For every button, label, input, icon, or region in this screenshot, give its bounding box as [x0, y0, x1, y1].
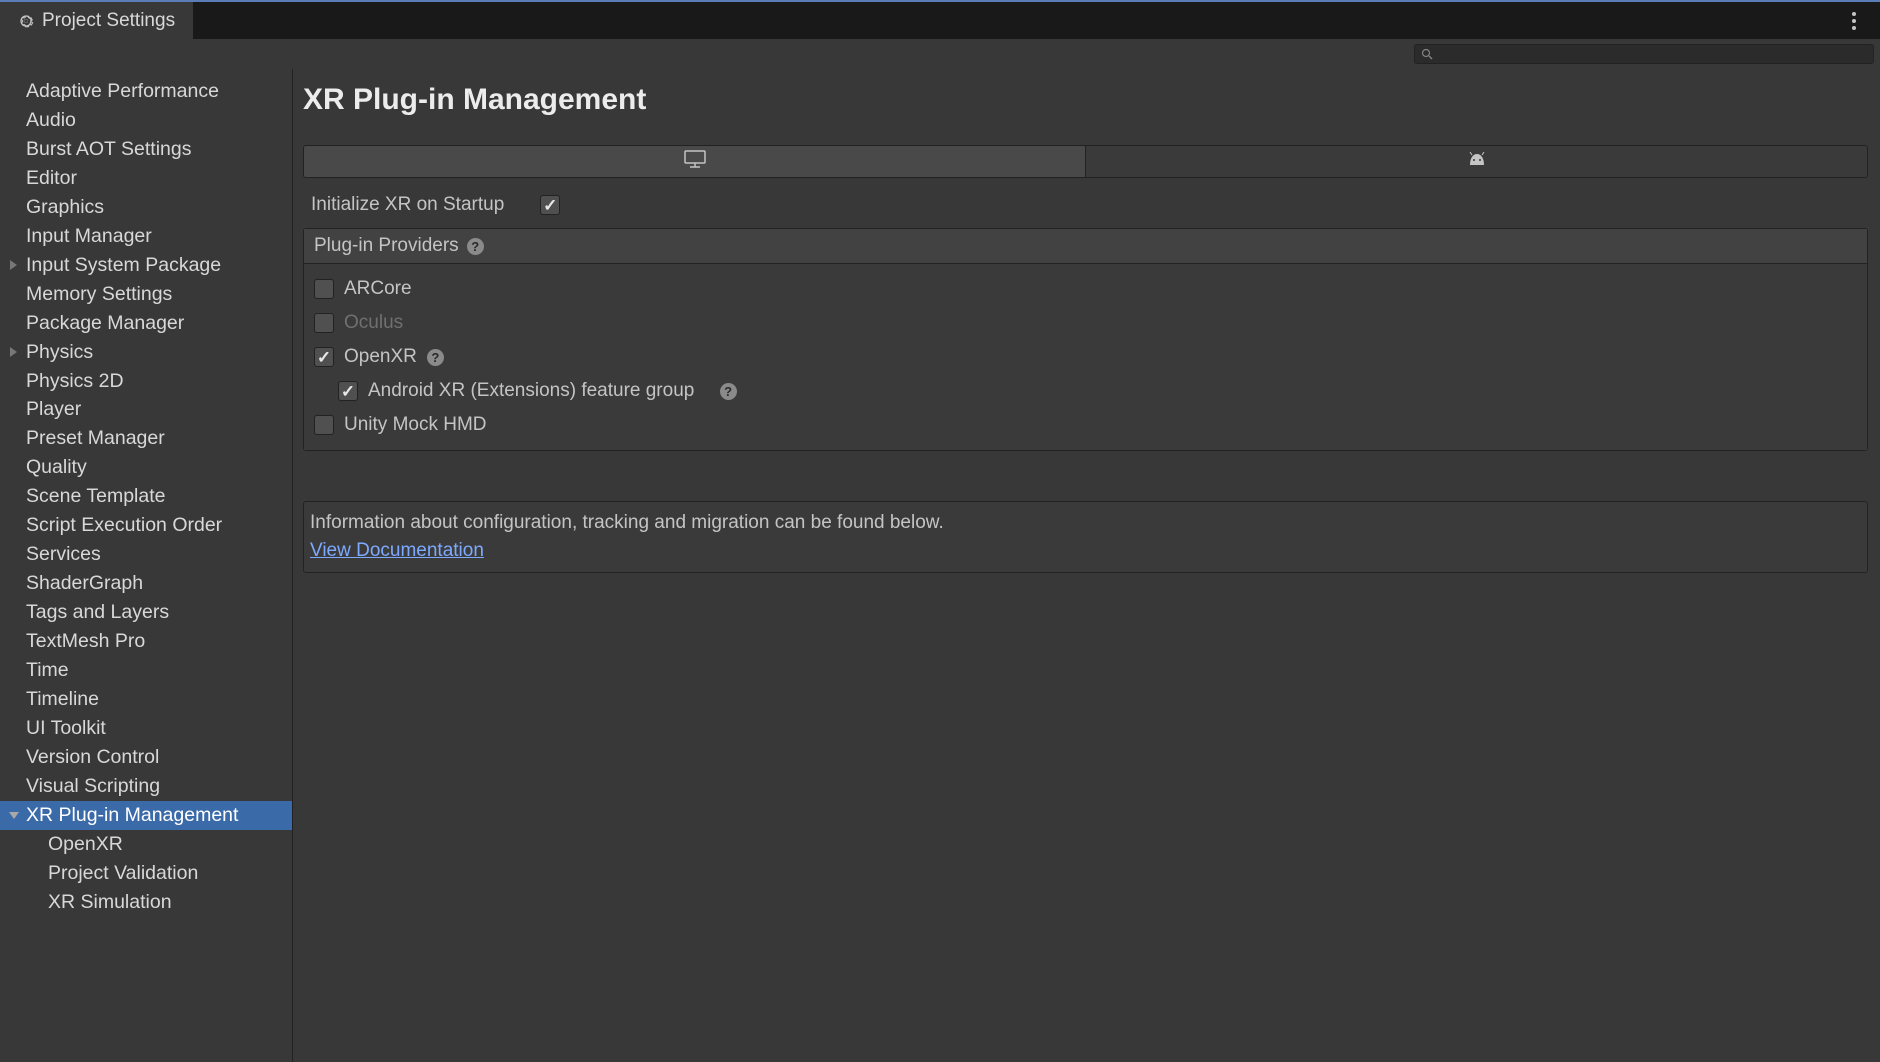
provider-oculus-label: Oculus — [344, 312, 403, 334]
provider-arcore-label: ARCore — [344, 278, 412, 300]
sidebar-item-editor[interactable]: Editor — [0, 164, 292, 193]
sidebar-item-burst-aot-settings[interactable]: Burst AOT Settings — [0, 135, 292, 164]
providers-header-label: Plug-in Providers — [314, 235, 459, 257]
initialize-xr-label: Initialize XR on Startup — [311, 194, 504, 216]
sidebar-item-time[interactable]: Time — [0, 656, 292, 685]
provider-androidxr-checkbox[interactable] — [338, 381, 358, 401]
sidebar-item-adaptive-performance[interactable]: Adaptive Performance — [0, 77, 292, 106]
provider-mockhmd-label: Unity Mock HMD — [344, 414, 487, 436]
sidebar-item-package-manager[interactable]: Package Manager — [0, 309, 292, 338]
sidebar-item-shadergraph[interactable]: ShaderGraph — [0, 569, 292, 598]
sidebar-item-input-system-package[interactable]: Input System Package — [0, 251, 292, 280]
provider-androidxr-extensions: Android XR (Extensions) feature group ? — [314, 374, 1857, 408]
sidebar-subitem-openxr[interactable]: OpenXR — [0, 830, 292, 859]
android-icon — [1467, 152, 1487, 171]
sidebar-item-preset-manager[interactable]: Preset Manager — [0, 424, 292, 453]
search-row — [0, 39, 1880, 69]
window-tab[interactable]: Project Settings — [0, 2, 193, 39]
platform-tab-desktop[interactable] — [304, 146, 1086, 177]
info-text: Information about configuration, trackin… — [310, 512, 1859, 534]
platform-tabs — [303, 145, 1868, 178]
search-icon — [1421, 48, 1433, 60]
sidebar-item-ui-toolkit[interactable]: UI Toolkit — [0, 714, 292, 743]
provider-arcore: ARCore — [314, 272, 1857, 306]
provider-arcore-checkbox[interactable] — [314, 279, 334, 299]
sidebar-item-audio[interactable]: Audio — [0, 106, 292, 135]
sidebar-item-script-execution-order[interactable]: Script Execution Order — [0, 511, 292, 540]
sidebar-item-scene-template[interactable]: Scene Template — [0, 482, 292, 511]
sidebar: Adaptive Performance Audio Burst AOT Set… — [0, 69, 293, 1062]
titlebar: Project Settings — [0, 0, 1880, 39]
sidebar-item-xr-plugin-management[interactable]: XR Plug-in Management — [0, 801, 292, 830]
sidebar-item-physics[interactable]: Physics — [0, 338, 292, 367]
sidebar-item-timeline[interactable]: Timeline — [0, 685, 292, 714]
page-title: XR Plug-in Management — [303, 83, 1868, 117]
provider-oculus: Oculus — [314, 306, 1857, 340]
provider-mockhmd-checkbox[interactable] — [314, 415, 334, 435]
sidebar-subitem-project-validation[interactable]: Project Validation — [0, 859, 292, 888]
view-documentation-link[interactable]: View Documentation — [310, 540, 484, 562]
sidebar-item-quality[interactable]: Quality — [0, 453, 292, 482]
desktop-icon — [684, 150, 706, 173]
main-panel: XR Plug-in Management Initialize XR on S… — [293, 69, 1880, 1062]
platform-tab-android[interactable] — [1086, 146, 1867, 177]
sidebar-item-memory-settings[interactable]: Memory Settings — [0, 280, 292, 309]
sidebar-item-services[interactable]: Services — [0, 540, 292, 569]
sidebar-item-physics-2d[interactable]: Physics 2D — [0, 367, 292, 396]
provider-unity-mock-hmd: Unity Mock HMD — [314, 408, 1857, 442]
sidebar-item-tags-and-layers[interactable]: Tags and Layers — [0, 598, 292, 627]
provider-androidxr-label: Android XR (Extensions) feature group — [368, 380, 694, 402]
provider-oculus-checkbox — [314, 313, 334, 333]
sidebar-item-version-control[interactable]: Version Control — [0, 743, 292, 772]
help-icon[interactable]: ? — [427, 349, 444, 366]
sidebar-item-input-manager[interactable]: Input Manager — [0, 222, 292, 251]
gear-icon — [18, 13, 34, 29]
sidebar-item-textmesh-pro[interactable]: TextMesh Pro — [0, 627, 292, 656]
window-title: Project Settings — [42, 10, 175, 32]
help-icon[interactable]: ? — [720, 383, 737, 400]
kebab-menu-icon[interactable] — [1842, 9, 1866, 33]
sidebar-item-visual-scripting[interactable]: Visual Scripting — [0, 772, 292, 801]
provider-openxr-label: OpenXR — [344, 346, 417, 368]
provider-openxr: OpenXR ? — [314, 340, 1857, 374]
search-input[interactable] — [1414, 44, 1874, 64]
providers-panel: Plug-in Providers ? ARCore Oculus OpenXR — [303, 228, 1868, 451]
initialize-xr-checkbox[interactable] — [540, 195, 560, 215]
provider-openxr-checkbox[interactable] — [314, 347, 334, 367]
help-icon[interactable]: ? — [467, 238, 484, 255]
providers-header: Plug-in Providers ? — [304, 229, 1867, 264]
sidebar-item-player[interactable]: Player — [0, 395, 292, 424]
info-panel: Information about configuration, trackin… — [303, 501, 1868, 573]
sidebar-item-graphics[interactable]: Graphics — [0, 193, 292, 222]
initialize-xr-row: Initialize XR on Startup — [303, 178, 1868, 228]
sidebar-subitem-xr-simulation[interactable]: XR Simulation — [0, 888, 292, 917]
